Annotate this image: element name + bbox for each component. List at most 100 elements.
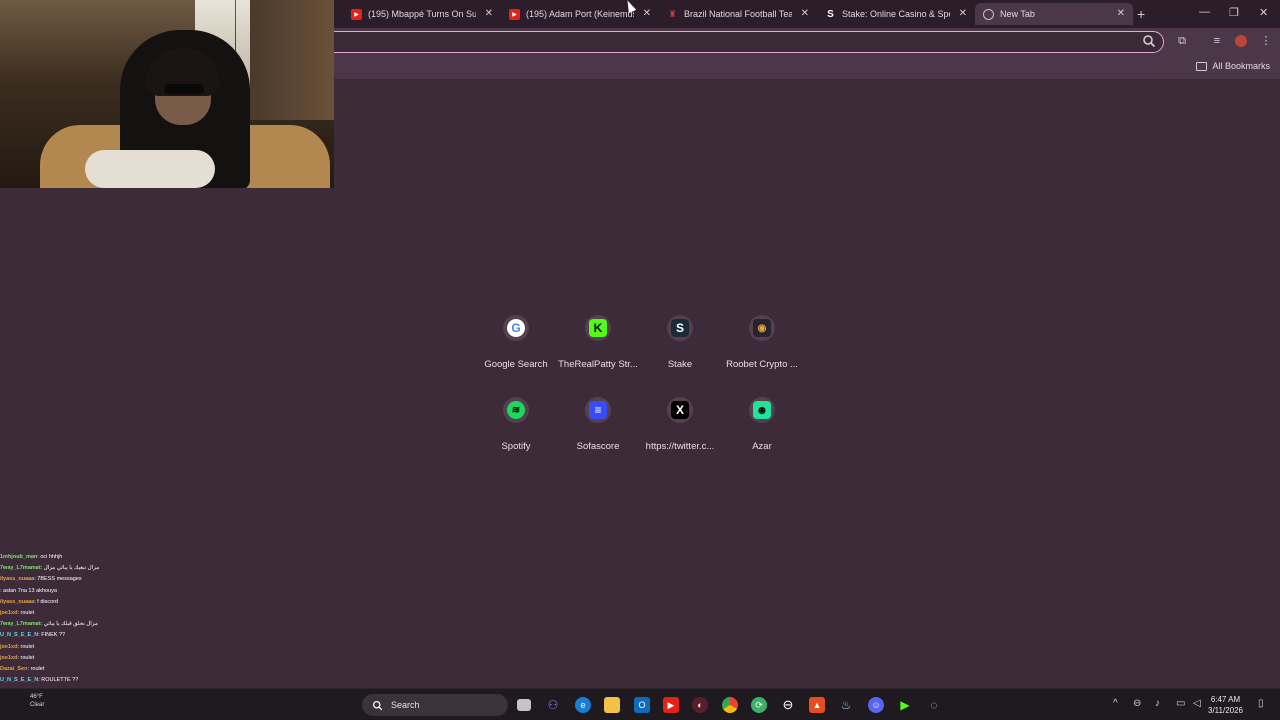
x-icon: X <box>671 401 689 419</box>
shortcut-stake[interactable]: S Stake <box>635 315 725 370</box>
restore-icon[interactable]: ❐ <box>1229 6 1239 19</box>
chat-message: U_N_S_E_E_N: FINEK ?? <box>0 630 160 641</box>
chat-text: : FINEK ?? <box>38 632 66 639</box>
screen: ▶ (195) Mbappé Turns On Supers ✕ ▶ (195)… <box>0 0 1280 720</box>
notification-icon[interactable]: ▯ <box>1258 698 1264 709</box>
chat-message: ilyass_ouaaa: f discord <box>0 597 160 608</box>
spotify-icon: ≋ <box>507 401 525 419</box>
minimize-icon[interactable]: — <box>1199 6 1210 18</box>
app-orange-icon[interactable]: ▲ <box>809 697 825 713</box>
chat-message: 7way_L7mamat: مزال نحلق قبلك يا يبائي <box>0 619 160 630</box>
tab-stake[interactable]: S Stake: Online Casino & Sports ✕ <box>817 3 975 25</box>
weather-temp: 46°F <box>30 694 43 700</box>
chat-username: joe1xd <box>0 610 18 617</box>
chat-message: U_N_S_E_E_N: ROULETTE ?? <box>0 675 160 686</box>
address-bar[interactable] <box>300 31 1164 53</box>
tab-adam-port[interactable]: ▶ (195) Adam Port (Keinemusik) ✕ <box>501 3 659 25</box>
obs-icon[interactable]: ⊖ <box>780 697 796 713</box>
kick-icon: K <box>589 319 607 337</box>
chat-message: joe1xd: roulet <box>0 642 160 653</box>
network-icon[interactable]: ▭ <box>1176 698 1185 709</box>
chat-text: : 7BESS messages <box>34 576 82 583</box>
profile-avatar[interactable] <box>1235 35 1247 47</box>
teams-icon[interactable]: ⚇ <box>545 697 561 713</box>
tab-new-tab[interactable]: New Tab ✕ <box>975 3 1133 25</box>
chat-text: : مزال نحلق قبلك يا يبائي <box>40 621 98 628</box>
media-controls-icon[interactable]: ≡ <box>1210 34 1224 48</box>
steam-icon[interactable]: ♨ <box>838 697 854 713</box>
date: 3/11/2026 <box>1208 706 1243 715</box>
sunglasses <box>164 84 204 94</box>
app-green-icon[interactable]: ⟳ <box>751 697 767 713</box>
chrome-icon[interactable] <box>722 697 738 713</box>
volume-icon[interactable]: ◁ <box>1193 698 1201 709</box>
extensions-icon[interactable]: ⧉ <box>1175 34 1189 48</box>
chat-message: 1mhjoub_man: oci hhhjh <box>0 552 160 563</box>
chat-text: : roulet <box>27 666 45 673</box>
shortcut-label: Google Search <box>484 359 548 370</box>
chat-message: ilyass_ouaaa: 7BESS messages <box>0 574 160 585</box>
search-icon <box>372 700 383 710</box>
shortcut-azar[interactable]: ☻ Azar <box>717 397 807 452</box>
clock[interactable]: 6:47 AM 3/11/2026 <box>1208 694 1243 716</box>
chat-text: : aslan 7na 13 akhouya <box>0 587 57 594</box>
new-tab-button[interactable]: + <box>1137 6 1145 22</box>
close-tab-icon[interactable]: ✕ <box>485 8 493 19</box>
close-tab-icon[interactable]: ✕ <box>801 8 809 19</box>
pillow <box>85 150 215 188</box>
time: 6:47 AM <box>1210 695 1241 704</box>
chat-message: Dazai_Sen: roulet <box>0 664 160 675</box>
shortcut-spotify[interactable]: ≋ Spotify <box>471 397 561 452</box>
close-tab-icon[interactable]: ✕ <box>959 8 967 19</box>
file-explorer-icon[interactable] <box>604 697 620 713</box>
shortcut-label: Roobet Crypto ... <box>726 359 798 370</box>
close-window-icon[interactable]: ✕ <box>1259 6 1268 19</box>
app-circle-icon[interactable]: ◌ <box>926 697 942 713</box>
outlook-icon[interactable]: O <box>634 697 650 713</box>
taskbar-search[interactable]: Search <box>362 694 508 716</box>
wall <box>250 0 334 120</box>
chat-text: : f discord <box>34 598 59 605</box>
crest-icon: ♜ <box>668 8 677 19</box>
chat-message: joe1xd: roulet <box>0 608 160 619</box>
windows-start-icon[interactable] <box>337 697 353 713</box>
youtube-app-icon[interactable]: ▶ <box>663 697 679 713</box>
task-view-icon[interactable] <box>517 699 531 711</box>
chat-username: joe1xd <box>0 643 18 650</box>
close-tab-icon[interactable]: ✕ <box>643 8 651 19</box>
discord-icon[interactable]: ☺ <box>868 697 884 713</box>
shortcut-label: TheRealPatty Str... <box>558 359 638 370</box>
google-icon: G <box>507 319 525 337</box>
kick-app-icon[interactable]: ▶ <box>897 697 913 713</box>
folder-icon <box>1196 61 1208 71</box>
tab-brazil[interactable]: ♜ Brazil National Football Team ✕ <box>659 3 817 25</box>
globe-icon <box>983 8 994 20</box>
app-icon[interactable]: ◐ <box>692 697 708 713</box>
chat-username: Dazai_Sen <box>0 666 28 673</box>
shortcut-therealpatty[interactable]: K TheRealPatty Str... <box>553 315 643 370</box>
chat-text: : oci hhhjh <box>37 554 63 560</box>
obs-tray-icon[interactable]: ⊖ <box>1133 698 1141 709</box>
azar-icon: ☻ <box>753 401 771 419</box>
shortcut-twitter[interactable]: X https://twitter.c... <box>635 397 725 452</box>
stake-icon: S <box>827 8 834 20</box>
menu-icon[interactable]: ⋮ <box>1259 34 1273 48</box>
mic-icon[interactable]: ♪ <box>1155 698 1160 709</box>
shortcut-sofascore[interactable]: ≡ Sofascore <box>553 397 643 452</box>
close-tab-icon[interactable]: ✕ <box>1117 8 1125 19</box>
weather-widget[interactable]: 46°F Clear <box>30 693 44 709</box>
chat-username: joe1xd <box>0 654 18 661</box>
all-bookmarks-button[interactable]: All Bookmarks <box>1196 61 1270 71</box>
chat-username: ilyass_ouaaa <box>0 598 35 605</box>
tab-title: Brazil National Football Team <box>684 9 792 19</box>
chat-username: U_N_S_E_E_N <box>0 677 39 684</box>
shortcut-label: Spotify <box>501 441 531 452</box>
tab-mbappe[interactable]: ▶ (195) Mbappé Turns On Supers ✕ <box>343 3 501 25</box>
shortcut-google-search[interactable]: G Google Search <box>471 315 561 370</box>
shortcut-roobet[interactable]: ◉ Roobet Crypto ... <box>717 315 807 370</box>
tray-overflow-icon[interactable]: ^ <box>1113 698 1118 709</box>
edge-icon[interactable]: e <box>575 697 591 713</box>
shortcut-label: https://twitter.c... <box>645 441 715 452</box>
chat-username: U_N_S_E_E_N <box>0 632 39 639</box>
zoom-icon[interactable] <box>1142 34 1156 48</box>
